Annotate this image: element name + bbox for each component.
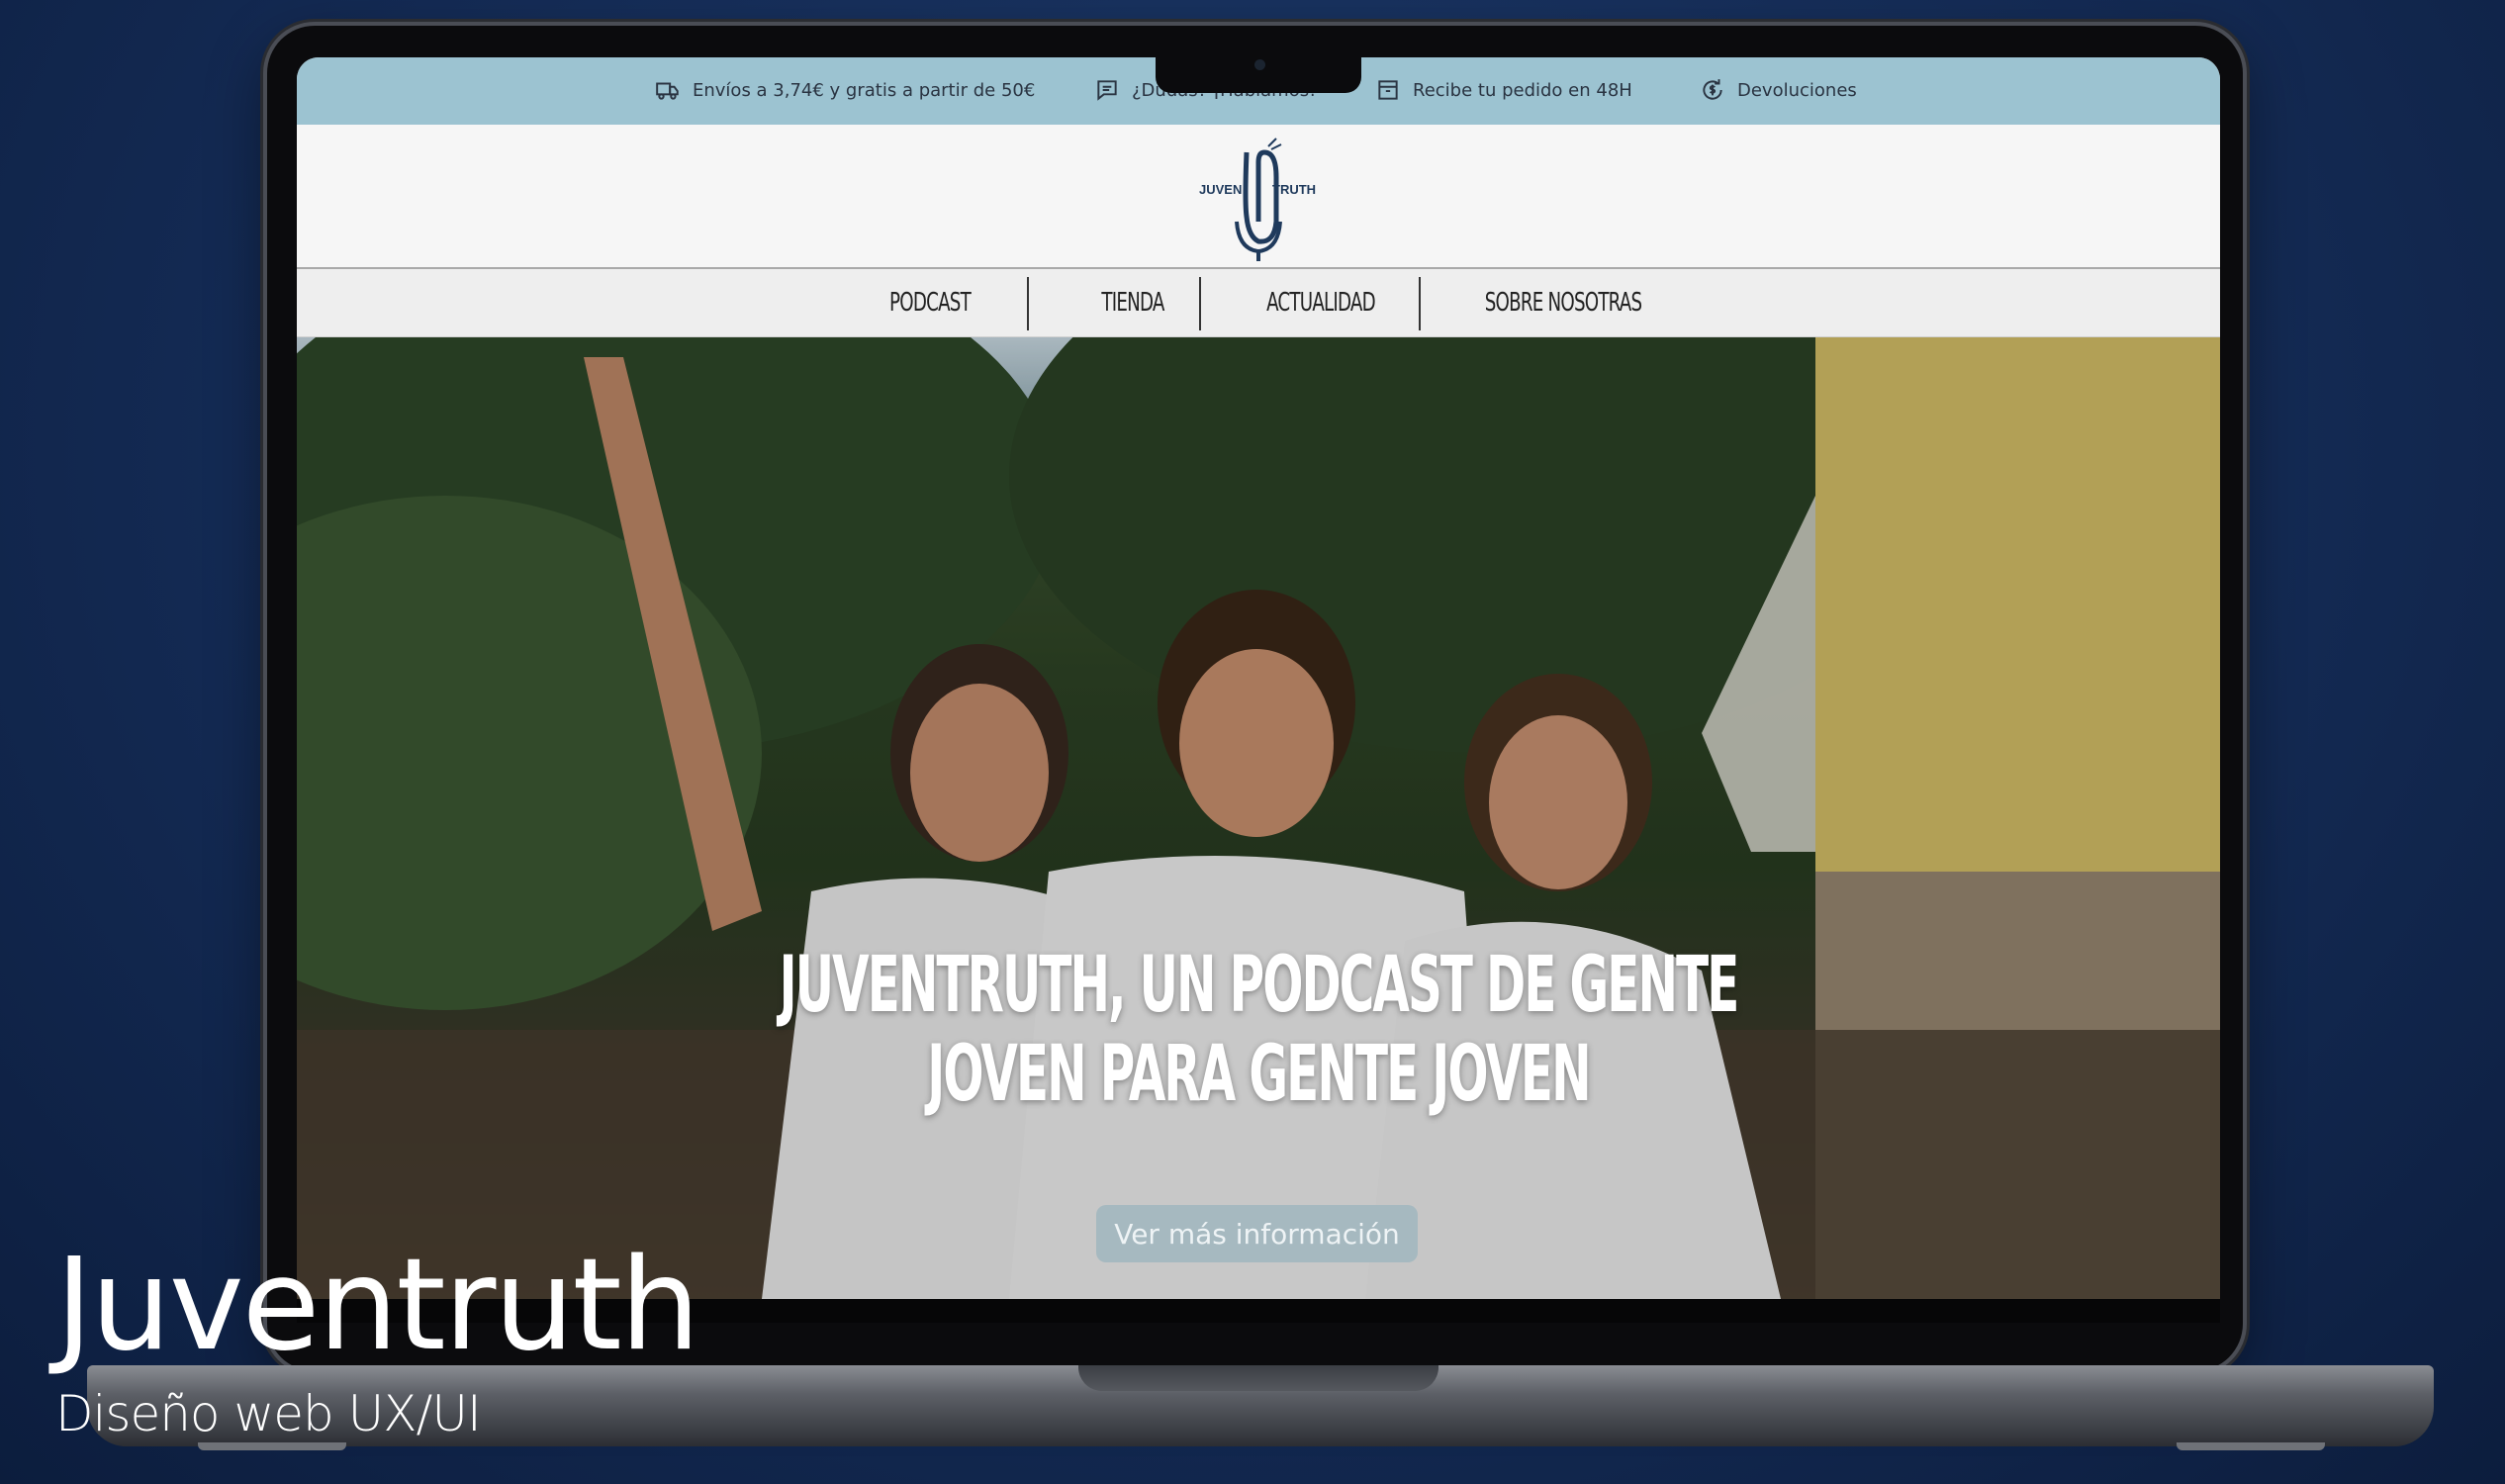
- returns-info[interactable]: Devoluciones: [1700, 77, 1857, 103]
- nav-podcast[interactable]: PODCAST: [861, 269, 999, 336]
- shipping-label: Envíos a 3,74€ y gratis a partir de 50€: [693, 79, 1036, 101]
- box-icon: [1378, 80, 1398, 100]
- website-screen: Envíos a 3,74€ y gratis a partir de 50€ …: [297, 57, 2220, 1299]
- site-header: JUVEN TRUTH: [297, 125, 2220, 269]
- truck-icon: [656, 82, 679, 100]
- logo-text-left: JUVEN: [1199, 182, 1242, 197]
- nav-actualidad[interactable]: ACTUALIDAD: [1244, 269, 1398, 336]
- nav-tienda[interactable]: TIENDA: [1067, 269, 1199, 336]
- hero-title: JUVENTRUTH, UN PODCAST DE GENTE JOVEN PA…: [662, 941, 1854, 1119]
- laptop-foot: [2177, 1442, 2325, 1450]
- nav-divider: [1199, 277, 1201, 330]
- delivery-label: Recibe tu pedido en 48H: [1413, 79, 1632, 101]
- laptop-foot: [198, 1442, 346, 1450]
- nav-divider: [1419, 277, 1421, 330]
- delivery-info[interactable]: Recibe tu pedido en 48H: [1375, 77, 1632, 103]
- hero-section: JUVENTRUTH, UN PODCAST DE GENTE JOVEN PA…: [297, 337, 2220, 1299]
- return-money-icon: [1703, 79, 1722, 100]
- more-info-button[interactable]: Ver más información: [1096, 1205, 1418, 1262]
- nav-sobre-nosotras[interactable]: SOBRE NOSOTRAS: [1455, 269, 1671, 336]
- project-subtitle: Diseño web UX/UI: [55, 1385, 482, 1442]
- hero-photo: [297, 337, 2220, 1299]
- laptop-base-notch: [1078, 1365, 1438, 1391]
- juventruth-logo[interactable]: JUVEN TRUTH: [1197, 133, 1321, 261]
- camera-icon: [1254, 59, 1265, 70]
- hero-title-line-2: JOVEN PARA GENTE JOVEN: [927, 1030, 1591, 1119]
- nav-divider: [1027, 277, 1029, 330]
- returns-label: Devoluciones: [1737, 79, 1857, 101]
- hero-title-line-1: JUVENTRUTH, UN PODCAST DE GENTE: [779, 941, 1740, 1030]
- chat-icon: [1097, 80, 1117, 101]
- main-nav: PODCAST TIENDA ACTUALIDAD SOBRE NOSOTRAS: [297, 269, 2220, 337]
- project-title: Juventruth: [55, 1232, 700, 1379]
- shipping-info[interactable]: Envíos a 3,74€ y gratis a partir de 50€: [655, 77, 1035, 103]
- logo-text-right: TRUTH: [1272, 182, 1316, 197]
